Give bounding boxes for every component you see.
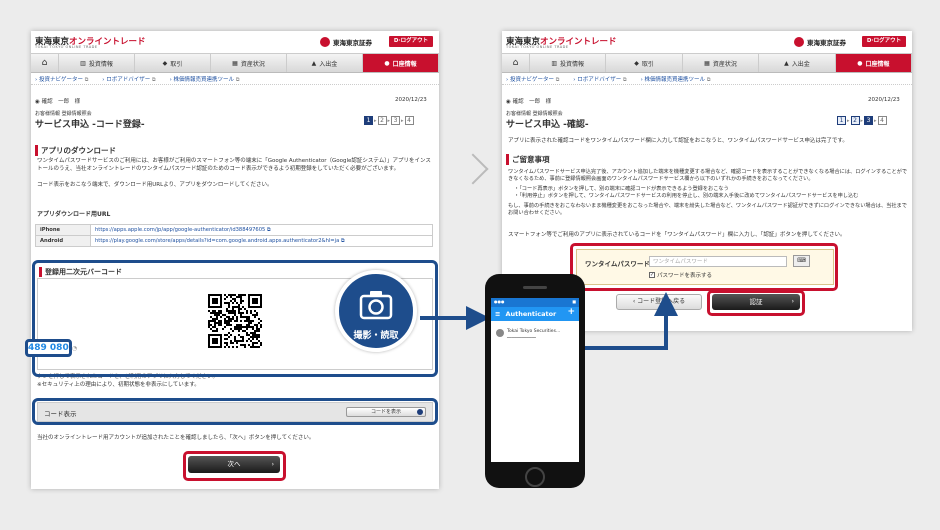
add-icon[interactable]: + — [567, 307, 575, 317]
camera-scan-badge: 撮影・読取 — [335, 270, 417, 352]
phone-home-button[interactable] — [525, 467, 545, 487]
menu-icon[interactable]: ≡ — [495, 310, 500, 318]
phone-speaker — [523, 286, 547, 289]
app-bar: ≡ Authenticator + — [491, 307, 579, 321]
phone-screen: ●●● ■ ≡ Authenticator + Tokai Tokyo Secur… — [491, 298, 579, 462]
authenticator-code: 489 080 ◔ — [25, 339, 77, 357]
status-bar: ●●● ■ — [491, 298, 579, 307]
account-avatar — [496, 329, 504, 337]
account-sub: ━━━━━━━━━━━━ — [507, 335, 536, 340]
smartphone: ●●● ■ ≡ Authenticator + Tokai Tokyo Secur… — [485, 274, 585, 488]
app-title: Authenticator — [505, 310, 557, 318]
flow-arrows — [420, 292, 678, 350]
account-name: Tokai Tokyo Securities... — [507, 329, 561, 334]
arrow-to-otp — [572, 292, 678, 350]
timer-icon: ◔ — [71, 345, 78, 352]
camera-label: 撮影・読取 — [353, 331, 399, 341]
